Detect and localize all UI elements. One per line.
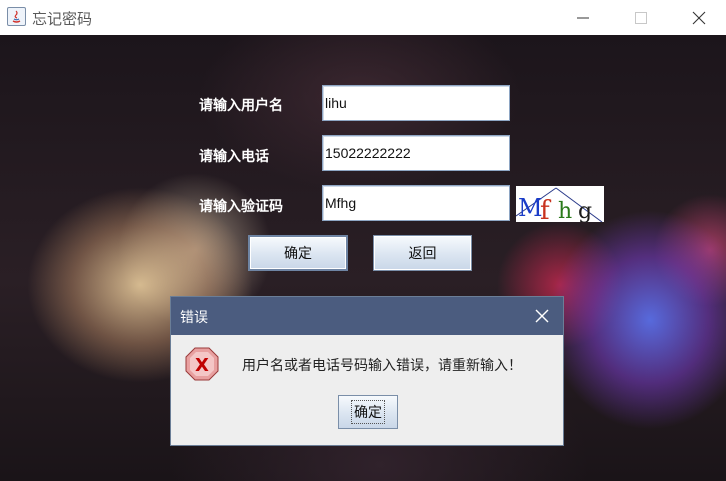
- confirm-button[interactable]: 确定: [248, 235, 348, 271]
- captcha-char-2: f: [540, 196, 552, 222]
- captcha-label: 请输入验证码: [199, 199, 283, 215]
- captcha-char-4: g: [578, 199, 592, 222]
- close-icon: [535, 309, 549, 323]
- phone-label: 请输入电话: [199, 149, 269, 165]
- captcha-input[interactable]: Mfhg: [322, 185, 510, 221]
- back-button[interactable]: 返回: [373, 235, 472, 271]
- java-app-icon: [7, 7, 26, 26]
- dialog-message: 用户名或者电话号码输入错误，请重新输入！: [242, 358, 522, 374]
- dialog-title: 错误: [180, 310, 208, 326]
- dialog-titlebar: 错误: [171, 297, 563, 335]
- username-label: 请输入用户名: [199, 98, 283, 114]
- maximize-button[interactable]: [618, 0, 664, 35]
- dialog-ok-label: 确定: [351, 400, 385, 424]
- error-icon: X: [185, 347, 219, 381]
- captcha-char-1: M: [518, 194, 543, 222]
- window-title: 忘记密码: [32, 10, 93, 28]
- username-input[interactable]: lihu: [322, 85, 510, 121]
- minimize-button[interactable]: [560, 0, 606, 35]
- close-icon: [692, 11, 706, 24]
- dialog-ok-button[interactable]: 确定: [338, 395, 398, 429]
- close-button[interactable]: [676, 0, 722, 35]
- captcha-image[interactable]: M f h g: [515, 186, 604, 226]
- error-dialog: 错误 X 用户名或者电话号码输入错误，请重新输入！ 确定: [170, 296, 564, 446]
- minimize-icon: [577, 17, 589, 18]
- window-titlebar: 忘记密码: [0, 0, 726, 35]
- dialog-close-button[interactable]: [533, 307, 551, 325]
- captcha-char-3: h: [558, 199, 572, 222]
- svg-text:X: X: [195, 355, 209, 376]
- phone-input[interactable]: 15022222222: [322, 135, 510, 171]
- maximize-icon: [635, 11, 647, 24]
